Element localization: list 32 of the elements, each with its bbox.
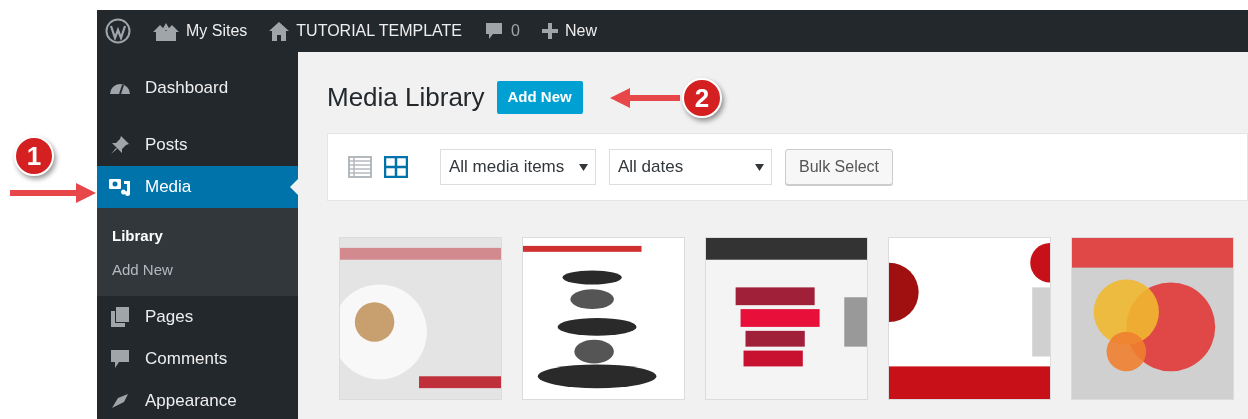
home-icon <box>269 21 290 41</box>
pages-icon <box>111 307 129 327</box>
bulk-select-button[interactable]: Bulk Select <box>785 149 894 185</box>
sidebar-item[interactable]: Appearance <box>97 380 298 419</box>
sidebar-item[interactable]: Posts <box>97 124 298 166</box>
speech-bubble-icon <box>484 21 504 41</box>
filter-dropdown[interactable]: All media items <box>440 149 596 185</box>
arrow-icon <box>10 182 96 204</box>
plus-icon <box>541 23 558 39</box>
caret-icon <box>755 163 764 171</box>
sidebar-item[interactable]: Comments <box>97 338 298 380</box>
brush-icon <box>110 394 130 408</box>
page-title: Media Library <box>327 80 485 114</box>
sidebar-item[interactable]: Media <box>97 166 298 208</box>
speech-bubble-icon <box>111 349 129 369</box>
filter-dropdown[interactable]: All dates <box>609 149 772 185</box>
arrow-icon <box>610 87 680 109</box>
sidebar-item[interactable]: Pages <box>97 296 298 338</box>
admin-bar-link[interactable]: New <box>564 19 597 43</box>
grid-view-icon[interactable] <box>384 156 408 178</box>
admin-bar-link[interactable]: TUTORIAL TEMPLATE <box>296 19 462 43</box>
houses-icon <box>153 21 179 41</box>
logo-icon[interactable] <box>105 18 131 44</box>
caret-icon <box>579 163 588 171</box>
admin-bar-link[interactable]: 0 <box>511 19 520 43</box>
submenu-item[interactable]: Add New <box>97 253 298 287</box>
sidebar-item[interactable]: Dashboard <box>97 67 298 109</box>
admin-bar-link[interactable]: My Sites <box>186 19 248 43</box>
pushpin-icon <box>110 135 130 155</box>
number-badge: 1 <box>14 136 54 176</box>
media-icon <box>109 177 131 197</box>
submenu-item[interactable]: Library <box>97 219 298 253</box>
